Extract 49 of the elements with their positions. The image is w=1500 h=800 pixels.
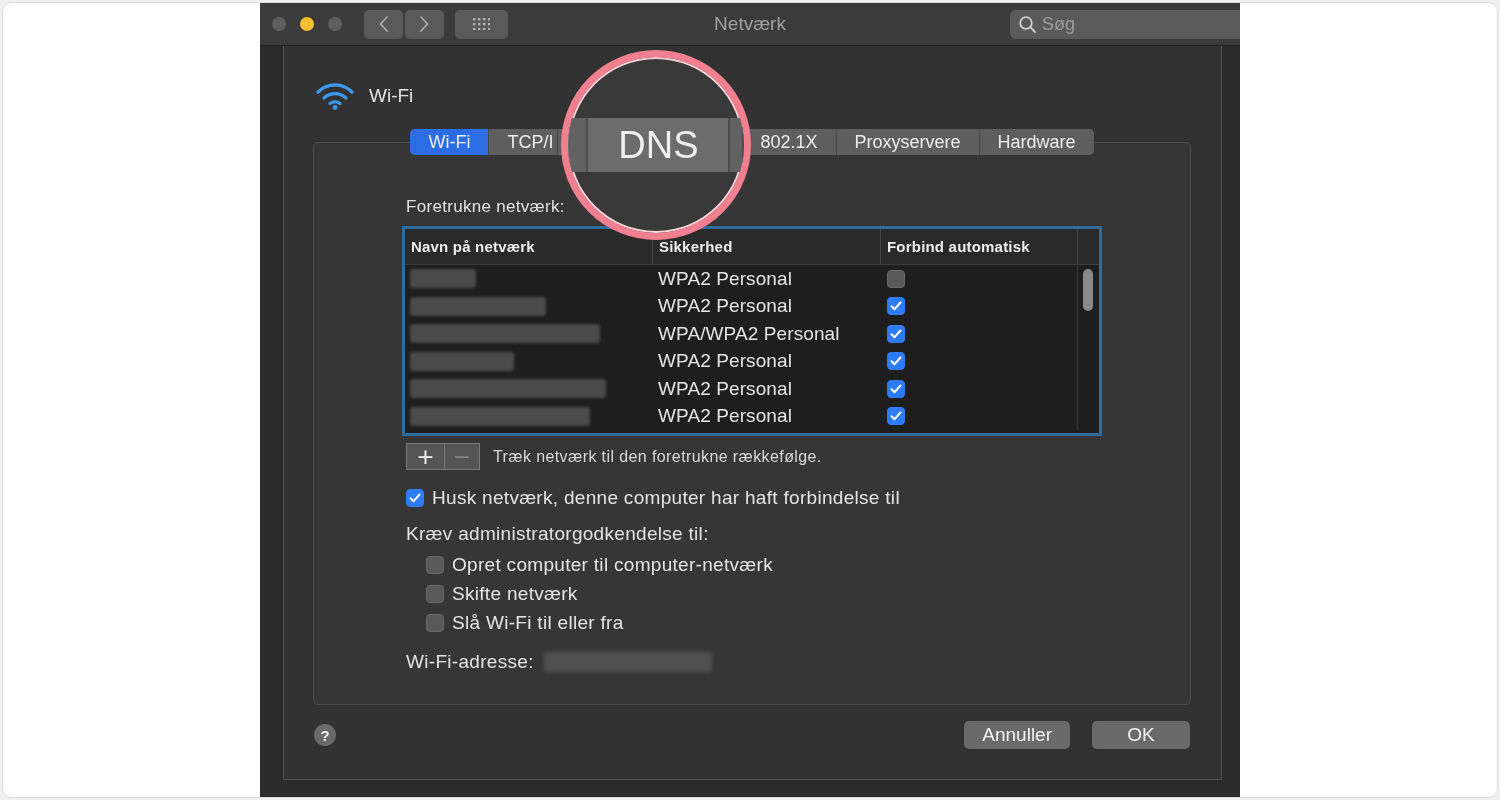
- tab-segment: [730, 118, 745, 172]
- checkbox-label[interactable]: Husk netværk, denne computer har haft forbindelse til: [432, 487, 900, 509]
- tab[interactable]: Wi-Fi: [410, 129, 490, 155]
- chevron-left-icon: [379, 16, 388, 32]
- checkbox[interactable]: [887, 407, 905, 426]
- checkbox[interactable]: [887, 269, 905, 288]
- security-cell-text: WPA2 Personal: [657, 350, 793, 373]
- back-button[interactable]: [364, 9, 403, 39]
- blurred-name: [410, 269, 476, 289]
- checkbox[interactable]: [887, 297, 905, 316]
- field-label: Wi-Fi-adresse:: [406, 651, 534, 673]
- section-label: Kræv administratorgodkendelse til:: [406, 523, 709, 545]
- security-cell-text: WPA2 Personal: [657, 267, 793, 290]
- search-icon: [1019, 15, 1036, 33]
- wifi-icon: [316, 82, 354, 110]
- window-title: Netværk: [714, 13, 786, 35]
- search-field[interactable]: Søg: [1010, 9, 1240, 39]
- hint-text: Træk netværk til den foretrukne rækkefølge.: [493, 447, 822, 466]
- checkbox[interactable]: [887, 352, 905, 371]
- checkbox[interactable]: [426, 614, 444, 632]
- grid-icon: [472, 17, 491, 31]
- magnified-tab[interactable]: DNS: [588, 118, 731, 172]
- checkbox[interactable]: [426, 585, 444, 603]
- section-label: Foretrukne netværk:: [406, 196, 565, 218]
- security-cell-text: WPA2 Personal: [657, 295, 793, 318]
- ok-button[interactable]: OK: [1092, 721, 1190, 749]
- checkbox[interactable]: [426, 556, 444, 574]
- add-button[interactable]: +: [406, 443, 445, 470]
- chevron-right-icon: [420, 16, 429, 32]
- checkbox-label[interactable]: Opret computer til computer-netværk: [452, 554, 773, 576]
- cancel-button[interactable]: Annuller: [964, 721, 1070, 749]
- checkbox[interactable]: [406, 489, 424, 507]
- tab-segment: [568, 118, 589, 172]
- forward-button[interactable]: [405, 9, 444, 39]
- checkbox[interactable]: [887, 379, 905, 398]
- minimize-button[interactable]: [300, 17, 314, 31]
- column-header[interactable]: Forbind automatisk: [880, 229, 1077, 264]
- interface-name: Wi-Fi: [369, 85, 414, 107]
- checkbox-label[interactable]: Skifte netværk: [452, 583, 578, 605]
- security-cell-text: WPA2 Personal: [657, 405, 793, 428]
- show-all-button[interactable]: [455, 9, 508, 39]
- column-header[interactable]: Sikkerhed: [652, 229, 880, 264]
- security-cell-text: WPA2 Personal: [657, 377, 793, 400]
- column-header[interactable]: Navn på netværk: [405, 229, 652, 264]
- security-cell-text: WPA/WPA2 Personal: [657, 322, 841, 345]
- checkbox[interactable]: [887, 324, 905, 343]
- scrollbar-thumb[interactable]: [1083, 269, 1093, 311]
- help-button[interactable]: ?: [314, 724, 336, 746]
- checkbox-label[interactable]: Slå Wi-Fi til eller fra: [452, 612, 624, 634]
